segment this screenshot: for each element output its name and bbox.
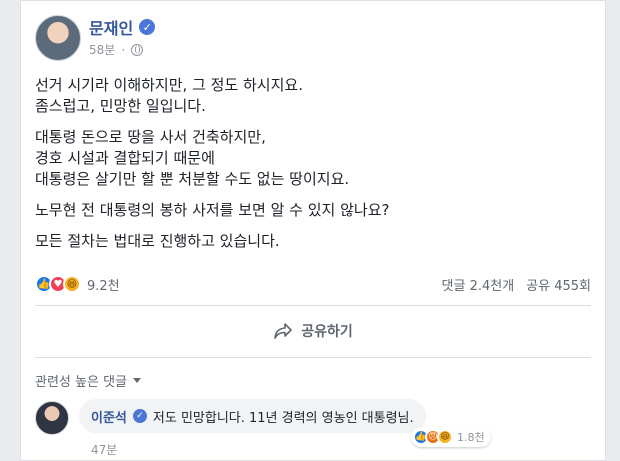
post-line: 좀스럽고, 민망한 일입니다. [35, 97, 206, 115]
share-label: 공유하기 [301, 324, 353, 340]
post-line: 대통령 돈으로 땅을 사서 건축하지만, [35, 128, 266, 146]
reaction-count[interactable]: 9.2천 [87, 275, 120, 294]
share-count[interactable]: 공유 455회 [526, 275, 591, 294]
verified-check-icon: ✓ [139, 19, 156, 35]
post-line: 모든 절차는 법대로 진행하고 있습니다. [35, 232, 280, 250]
post-paragraph: 대통령 돈으로 땅을 사서 건축하지만, 경호 시설과 결합되기 때문에 대통령… [35, 127, 595, 190]
author-avatar[interactable] [35, 15, 81, 61]
post-timestamp[interactable]: 58분 [89, 41, 115, 58]
post-meta: 58분 · [89, 41, 144, 58]
comment-bubble: 이준석 ✓ 저도 민망합니다. 11년 경력의 영농인 대통령님. [79, 399, 426, 433]
divider [35, 357, 591, 358]
comment-text: 저도 민망합니다. 11년 경력의 영농인 대통령님. [152, 410, 414, 426]
post-paragraph: 선거 시기라 이해하지만, 그 정도 하시지요. 좀스럽고, 민망한 일입니다. [35, 75, 595, 117]
comment-count[interactable]: 댓글 2.4천개 [442, 275, 515, 294]
post-line: 선거 시기라 이해하지만, 그 정도 하시지요. [35, 76, 303, 94]
divider [35, 305, 591, 306]
share-arrow-icon [274, 323, 293, 339]
post-line: 경호 시설과 결합되기 때문에 [35, 149, 215, 167]
meta-separator: · [121, 42, 126, 57]
comment-reactions[interactable]: 👍 😠 😆 1.8천 [411, 427, 491, 447]
haha-reaction-icon: 😆 [437, 429, 453, 445]
engagement-counts: 댓글 2.4천개 공유 455회 [442, 275, 591, 294]
reaction-summary: 👍 ♥ 😆 9.2천 댓글 2.4천개 공유 455회 [35, 273, 591, 295]
comment-reaction-count: 1.8천 [457, 431, 485, 444]
author-row: 문재인 ✓ [89, 15, 156, 39]
share-button[interactable]: 공유하기 [35, 313, 591, 349]
post-paragraph: 노무현 전 대통령의 봉하 사저를 보면 알 수 있지 않나요? [35, 200, 595, 221]
chevron-down-icon [133, 378, 141, 383]
sort-label: 관련성 높은 댓글 [35, 375, 127, 390]
commenter-avatar[interactable] [35, 401, 69, 435]
author-name[interactable]: 문재인 [89, 15, 133, 39]
post-paragraph: 모든 절차는 법대로 진행하고 있습니다. [35, 231, 595, 252]
post-line: 대통령은 살기만 할 뿐 처분할 수도 없는 땅이지요. [35, 170, 350, 188]
comment-sort-dropdown[interactable]: 관련성 높은 댓글 [35, 371, 141, 390]
haha-reaction-icon: 😆 [63, 275, 81, 293]
post-text: 선거 시기라 이해하지만, 그 정도 하시지요. 좀스럽고, 민망한 일입니다.… [35, 75, 595, 262]
reaction-icons[interactable]: 👍 ♥ 😆 9.2천 [35, 275, 120, 294]
comment-timestamp[interactable]: 47분 [91, 441, 117, 458]
globe-icon[interactable] [131, 43, 144, 56]
post-card: 문재인 ✓ 58분 · 선거 시기라 이해하지만, 그 정도 하시지요. 좀스럽… [20, 0, 606, 461]
verified-check-icon: ✓ [132, 409, 147, 423]
comment-author[interactable]: 이준석 [91, 407, 127, 426]
post-line: 노무현 전 대통령의 봉하 사저를 보면 알 수 있지 않나요? [35, 201, 390, 219]
